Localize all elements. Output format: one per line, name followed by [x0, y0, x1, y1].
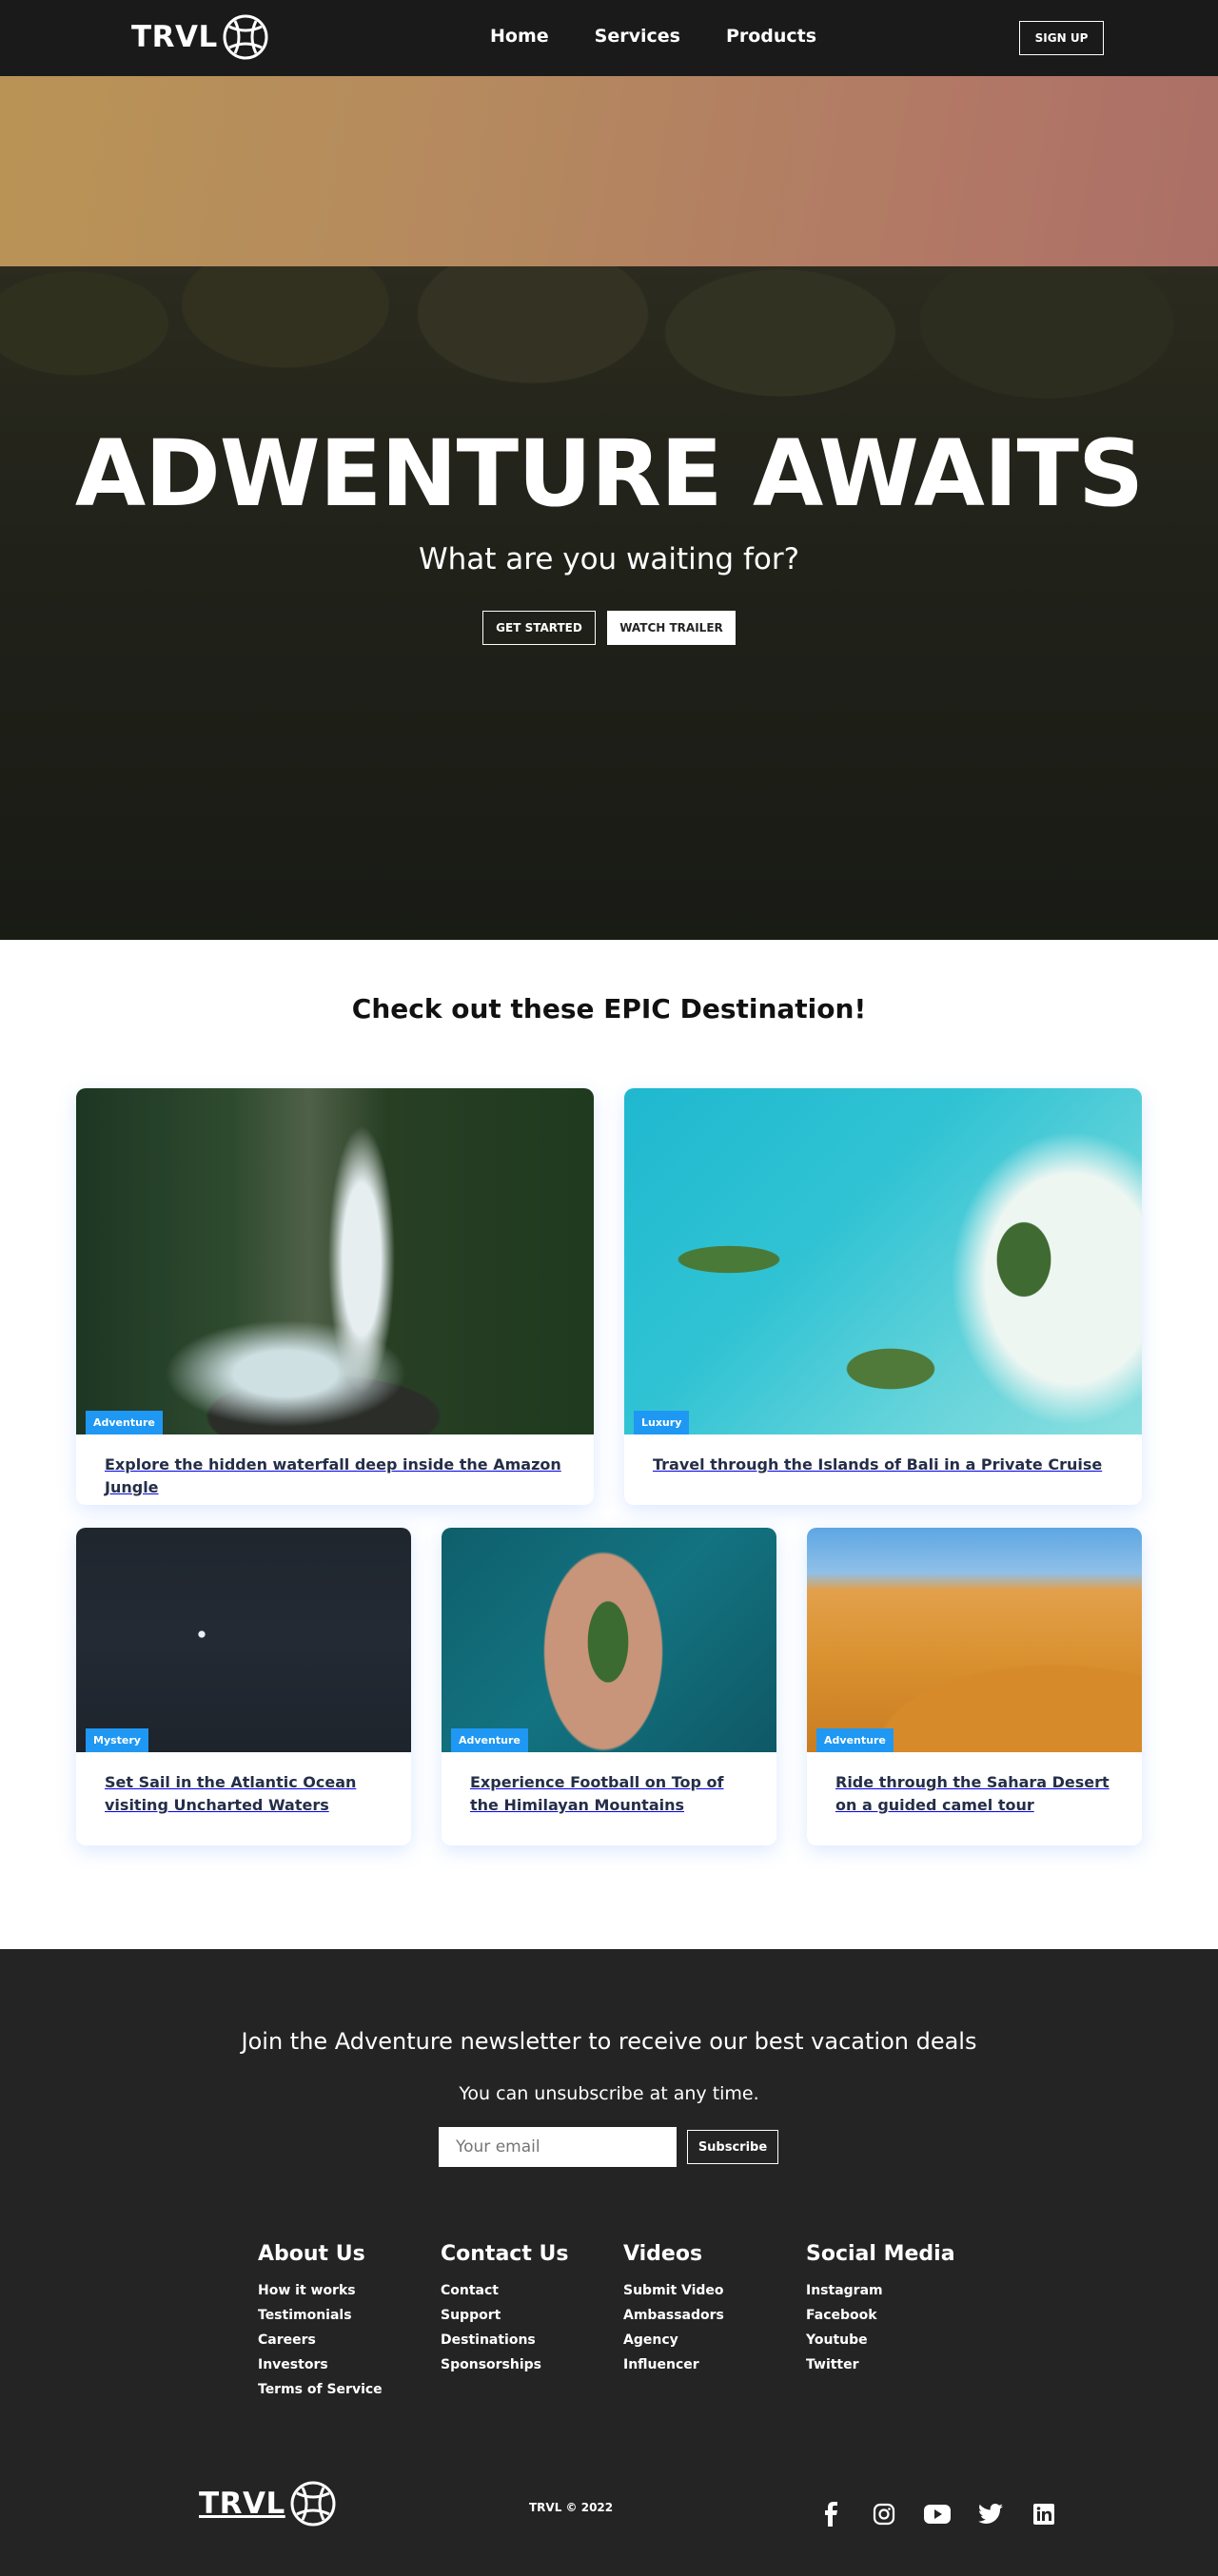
footer-logo[interactable]: TRVL [199, 2480, 337, 2527]
footer-col-title: About Us [258, 2242, 365, 2266]
card-image: Adventure [807, 1528, 1142, 1752]
twitter-icon[interactable] [964, 2499, 1017, 2529]
footer-link[interactable]: Terms of Service [258, 2382, 441, 2397]
footer-link[interactable]: Sponsorships [441, 2357, 623, 2372]
footer-link[interactable]: Destinations [441, 2332, 623, 2348]
card-text: Set Sail in the Atlantic Ocean visiting … [105, 1773, 357, 1814]
nav-link-home[interactable]: Home [490, 26, 549, 47]
social-icons [804, 2499, 1071, 2529]
nav-link-services[interactable]: Services [595, 26, 680, 47]
footer-link[interactable]: Support [441, 2308, 623, 2323]
footer-link[interactable]: Contact [441, 2283, 623, 2298]
card-image: Adventure [76, 1088, 594, 1434]
card-image: Luxury [624, 1088, 1142, 1434]
instagram-icon[interactable] [857, 2499, 911, 2529]
card-bali[interactable]: Luxury Travel through the Islands of Bal… [624, 1088, 1142, 1505]
card-image: Adventure [442, 1528, 776, 1752]
card-text: Experience Football on Top of the Himila… [470, 1773, 724, 1814]
subscribe-button[interactable]: Subscribe [687, 2130, 778, 2164]
nav-link-products[interactable]: Products [726, 26, 816, 47]
footer-link[interactable]: Facebook [806, 2308, 989, 2323]
footer-link[interactable]: Investors [258, 2357, 441, 2372]
logo[interactable]: TRVL [131, 13, 269, 61]
footer-link[interactable]: Ambassadors [623, 2308, 806, 2323]
footer: Join the Adventure newsletter to receive… [0, 1949, 1218, 2576]
card-football[interactable]: Adventure Experience Football on Top of … [442, 1528, 776, 1845]
footer-link[interactable]: Testimonials [258, 2308, 441, 2323]
footer-col-social: Social Media Instagram Facebook Youtube … [806, 2242, 989, 2407]
card-waterfall[interactable]: Adventure Explore the hidden waterfall d… [76, 1088, 594, 1505]
card-ocean[interactable]: Mystery Set Sail in the Atlantic Ocean v… [76, 1528, 411, 1845]
logo-text: TRVL [131, 20, 218, 54]
footer-col-videos: Videos Submit Video Ambassadors Agency I… [623, 2242, 806, 2407]
footer-col-title: Videos [623, 2242, 703, 2266]
card-desert[interactable]: Adventure Ride through the Sahara Desert… [807, 1528, 1142, 1845]
hero-buttons: GET STARTED WATCH TRAILER [0, 611, 1218, 645]
logo-text: TRVL [199, 2487, 285, 2521]
card-label: Mystery [86, 1728, 148, 1752]
footer-col-contact: Contact Us Contact Support Destinations … [441, 2242, 623, 2407]
nav-menu: Home Services Products [490, 26, 862, 47]
copyright: TRVL © 2022 [529, 2501, 614, 2514]
hero-subtitle: What are you waiting for? [418, 542, 800, 576]
youtube-icon[interactable] [911, 2499, 964, 2529]
card-label: Adventure [86, 1411, 163, 1434]
footer-links: About Us How it works Testimonials Caree… [258, 2242, 989, 2407]
card-label: Luxury [634, 1411, 690, 1434]
card-image: Mystery [76, 1528, 411, 1752]
hero-title: ADWENTURE AWAITS [74, 420, 1144, 527]
footer-link[interactable]: Submit Video [623, 2283, 806, 2298]
get-started-button[interactable]: GET STARTED [482, 611, 596, 645]
footer-link[interactable]: Instagram [806, 2283, 989, 2298]
email-input[interactable] [439, 2127, 677, 2167]
footer-link[interactable]: Careers [258, 2332, 441, 2348]
footer-link[interactable]: How it works [258, 2283, 441, 2298]
newsletter-text: You can unsubscribe at any time. [459, 2083, 759, 2104]
hero-section: ADWENTURE AWAITS What are you waiting fo… [0, 76, 1218, 940]
linkedin-icon[interactable] [1017, 2499, 1071, 2529]
footer-col-title: Social Media [806, 2242, 955, 2266]
card-text: Explore the hidden waterfall deep inside… [105, 1455, 561, 1496]
card-text: Travel through the Islands of Bali in a … [653, 1455, 1103, 1473]
facebook-icon[interactable] [804, 2499, 857, 2529]
cards-title: Check out these EPIC Destination! [351, 993, 867, 1025]
globe-icon [223, 14, 268, 60]
globe-icon [290, 2481, 336, 2527]
card-label: Adventure [451, 1728, 528, 1752]
cards-section: Check out these EPIC Destination! Advent… [0, 940, 1218, 1949]
footer-link[interactable]: Influencer [623, 2357, 806, 2372]
footer-link[interactable]: Agency [623, 2332, 806, 2348]
footer-col-title: Contact Us [441, 2242, 569, 2266]
navbar: TRVL Home Services Products SIGN UP [0, 0, 1218, 76]
watch-trailer-button[interactable]: WATCH TRAILER [607, 611, 736, 645]
footer-col-about: About Us How it works Testimonials Caree… [258, 2242, 441, 2407]
newsletter-heading: Join the Adventure newsletter to receive… [241, 2028, 977, 2055]
newsletter-form: Subscribe [439, 2127, 778, 2167]
signup-button[interactable]: SIGN UP [1019, 21, 1104, 55]
footer-link[interactable]: Youtube [806, 2332, 989, 2348]
card-label: Adventure [816, 1728, 894, 1752]
footer-link[interactable]: Twitter [806, 2357, 989, 2372]
card-text: Ride through the Sahara Desert on a guid… [835, 1773, 1110, 1814]
